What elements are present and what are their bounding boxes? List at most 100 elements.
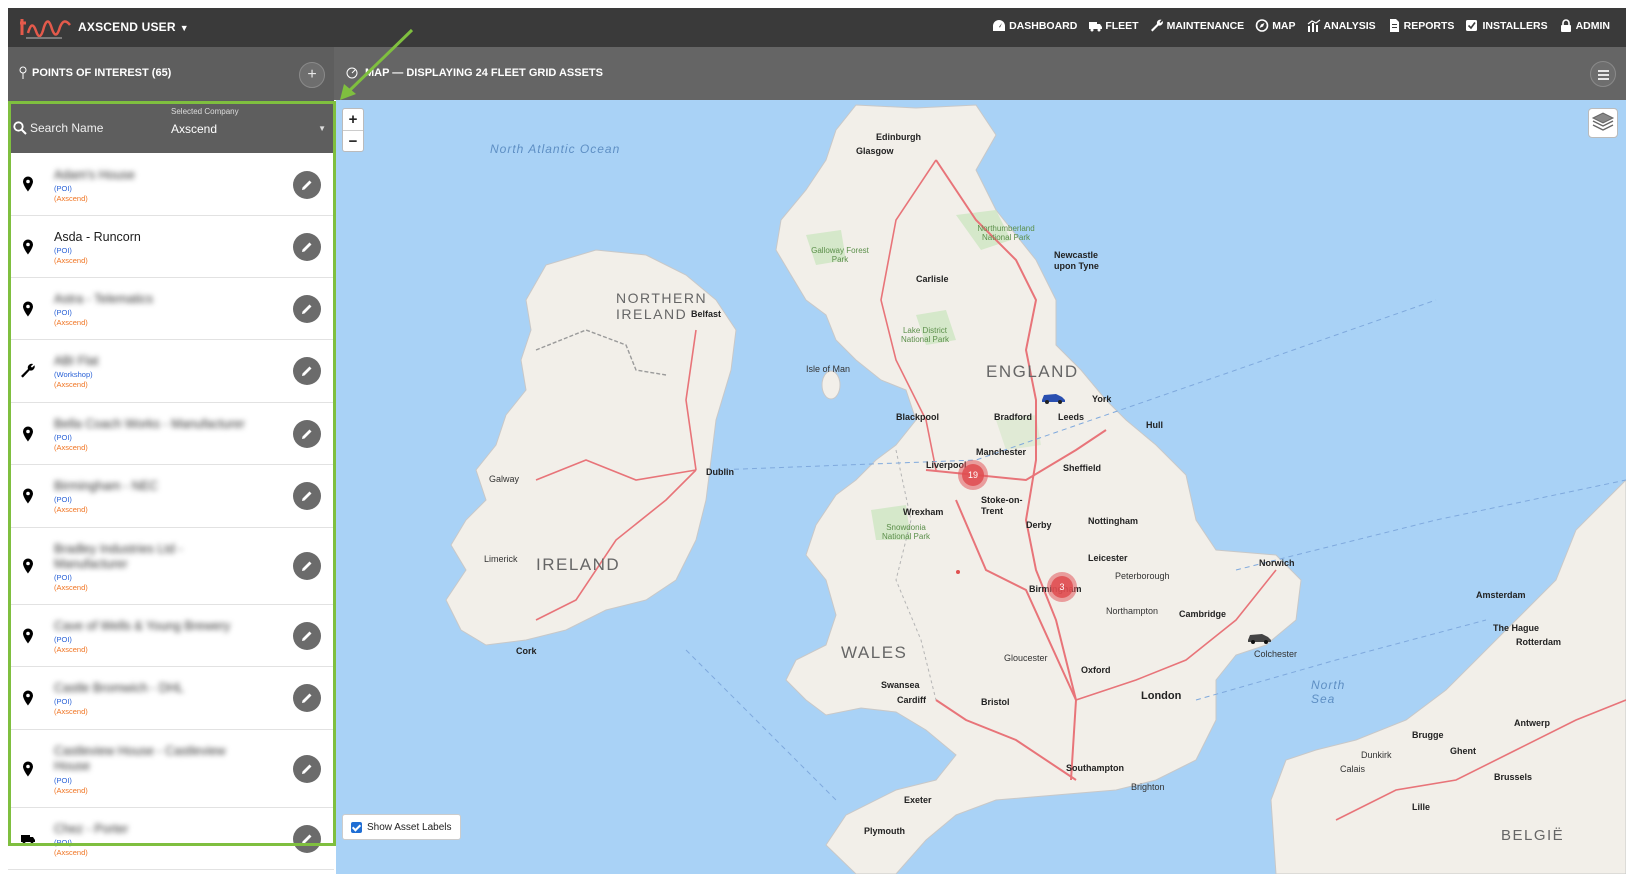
show-asset-labels-toggle[interactable]: Show Asset Labels	[342, 814, 461, 840]
poi-search-bar: Selected Company Axscend ▼	[8, 100, 334, 153]
edit-poi-button[interactable]	[293, 825, 321, 853]
poi-row-3[interactable]: ABI Flat (Workshop) (Axscend)	[8, 340, 334, 403]
map-label-cambridge: Cambridge	[1179, 609, 1227, 619]
nav-reports[interactable]: REPORTS	[1387, 19, 1455, 32]
vehicle-marker[interactable]	[1246, 632, 1272, 644]
pencil-icon	[302, 491, 312, 501]
poi-company: (Axscend)	[54, 583, 88, 592]
nav-maintenance[interactable]: MAINTENANCE	[1150, 19, 1244, 32]
nav-admin[interactable]: ADMIN	[1559, 19, 1610, 32]
show-asset-labels-label: Show Asset Labels	[367, 821, 452, 833]
nav-map[interactable]: MAP	[1255, 19, 1296, 32]
poi-panel-title: POINTS OF INTEREST (65)	[32, 67, 172, 79]
map-label-north-atlantic: North Atlantic Ocean	[490, 142, 621, 156]
map-label-swansea: Swansea	[881, 680, 920, 690]
edit-poi-button[interactable]	[293, 420, 321, 448]
edit-poi-button[interactable]	[293, 357, 321, 385]
company-select[interactable]: Axscend ▼	[171, 122, 326, 136]
poi-row-0[interactable]: Adam's House (POI) (Axscend)	[8, 153, 334, 216]
poi-row-6[interactable]: Bradley Industries Ltd - Manufacturer (P…	[8, 528, 334, 605]
map-label-leeds: Leeds	[1058, 412, 1085, 422]
poi-row-1[interactable]: Asda - Runcorn (POI) (Axscend)	[8, 216, 334, 278]
poi-row-8[interactable]: Castle Bromwich - DHL (POI) (Axscend)	[8, 667, 334, 730]
map-label-brussels: Brussels	[1494, 772, 1533, 782]
map-pin-icon	[23, 301, 33, 317]
nav-fleet[interactable]: FLEET	[1088, 19, 1139, 32]
edit-poi-button[interactable]	[293, 684, 321, 712]
company-select-label: Selected Company	[171, 107, 239, 116]
edit-poi-button[interactable]	[293, 295, 321, 323]
asset-cluster-count: 19	[962, 464, 984, 486]
poi-company: (Axscend)	[54, 443, 88, 452]
user-name: AXSCEND USER	[78, 20, 176, 34]
hamburger-line	[1598, 74, 1609, 76]
map-label-colchester: Colchester	[1254, 649, 1298, 659]
map-label-newcastle: Newcastle upon Tyne	[1054, 250, 1099, 271]
poi-row-5[interactable]: Birmingham - NEC (POI) (Axscend)	[8, 465, 334, 528]
edit-poi-button[interactable]	[293, 552, 321, 580]
hamburger-line	[1598, 70, 1609, 72]
continent-landmass	[1270, 479, 1626, 874]
poi-company: (Axscend)	[54, 505, 88, 514]
map-label-isle-of-man: Isle of Man	[806, 364, 851, 374]
map-pin-icon	[23, 761, 33, 777]
zoom-in-button[interactable]: +	[343, 109, 363, 130]
user-menu[interactable]: AXSCEND USER ▼	[78, 20, 189, 34]
zoom-out-button[interactable]: −	[343, 130, 363, 151]
edit-poi-button[interactable]	[293, 171, 321, 199]
poi-row-2[interactable]: Astra - Telematics (POI) (Axscend)	[8, 278, 334, 340]
nav-dashboard[interactable]: DASHBOARD	[992, 19, 1077, 32]
map-pin-icon	[23, 628, 33, 644]
poi-row-10[interactable]: Chez - Porter (POI) (Axscend)	[8, 808, 334, 870]
pencil-icon	[302, 429, 312, 439]
show-asset-labels-checkbox[interactable]	[351, 821, 362, 833]
pencil-icon	[302, 764, 312, 774]
poi-type: (POI)	[54, 308, 72, 317]
map-label-amsterdam: Amsterdam	[1476, 590, 1526, 600]
add-poi-button[interactable]: +	[299, 62, 325, 88]
asset-cluster[interactable]: 3	[1047, 572, 1077, 602]
poi-name: Castleview House - Castleview House	[54, 744, 226, 773]
hamburger-line	[1598, 78, 1609, 80]
zoom-control: + −	[342, 108, 364, 152]
map-label-wales: WALES	[841, 643, 908, 662]
pencil-icon	[302, 561, 312, 571]
poi-type: (POI)	[54, 433, 72, 442]
poi-row-9[interactable]: Castleview House - Castleview House (POI…	[8, 730, 334, 808]
asset-cluster[interactable]: 19	[958, 460, 988, 490]
search-name-input[interactable]	[30, 117, 160, 139]
search-icon	[13, 121, 27, 135]
map-label-galway: Galway	[489, 474, 520, 484]
poi-type: (Workshop)	[54, 370, 93, 379]
fleet-map[interactable]: North Atlantic Ocean North Sea ENGLAND W…	[336, 100, 1626, 874]
poi-type: (POI)	[54, 184, 72, 193]
poi-row-4[interactable]: Bella Coach Works - Manufacturer (POI) (…	[8, 403, 334, 465]
nav-installers[interactable]: INSTALLERS	[1465, 19, 1548, 32]
poi-company: (Axscend)	[54, 194, 88, 203]
map-label-ghent: Ghent	[1450, 746, 1476, 756]
edit-poi-button[interactable]	[293, 622, 321, 650]
edit-poi-button[interactable]	[293, 233, 321, 261]
map-pin-icon	[23, 239, 33, 255]
poi-panel-header: POINTS OF INTEREST (65) +	[8, 47, 334, 100]
poi-type: (POI)	[54, 635, 72, 644]
map-menu-button[interactable]	[1590, 61, 1616, 87]
map-label-belfast: Belfast	[691, 309, 722, 319]
map-label-gloucester: Gloucester	[1004, 653, 1048, 663]
map-label-glasgow: Glasgow	[856, 146, 894, 156]
poi-row-7[interactable]: Cave of Wells & Young Brewery (POI) (Axs…	[8, 605, 334, 667]
map-label-cardiff: Cardiff	[897, 695, 926, 705]
poi-company: (Axscend)	[54, 645, 88, 654]
nav-reports-label: REPORTS	[1403, 19, 1455, 32]
map-label-north-sea: North Sea	[1311, 678, 1346, 706]
vehicle-marker[interactable]	[1040, 392, 1066, 404]
map-pin-icon	[23, 426, 33, 442]
chart-icon	[1307, 19, 1320, 32]
nav-analysis[interactable]: ANALYSIS	[1307, 19, 1376, 32]
edit-poi-button[interactable]	[293, 482, 321, 510]
map-layers-button[interactable]	[1588, 108, 1618, 138]
map-label-stoke: Stoke-on-Trent	[981, 495, 1023, 516]
poi-name: Adam's House	[54, 168, 135, 182]
edit-poi-button[interactable]	[293, 755, 321, 783]
poi-type: (POI)	[54, 495, 72, 504]
